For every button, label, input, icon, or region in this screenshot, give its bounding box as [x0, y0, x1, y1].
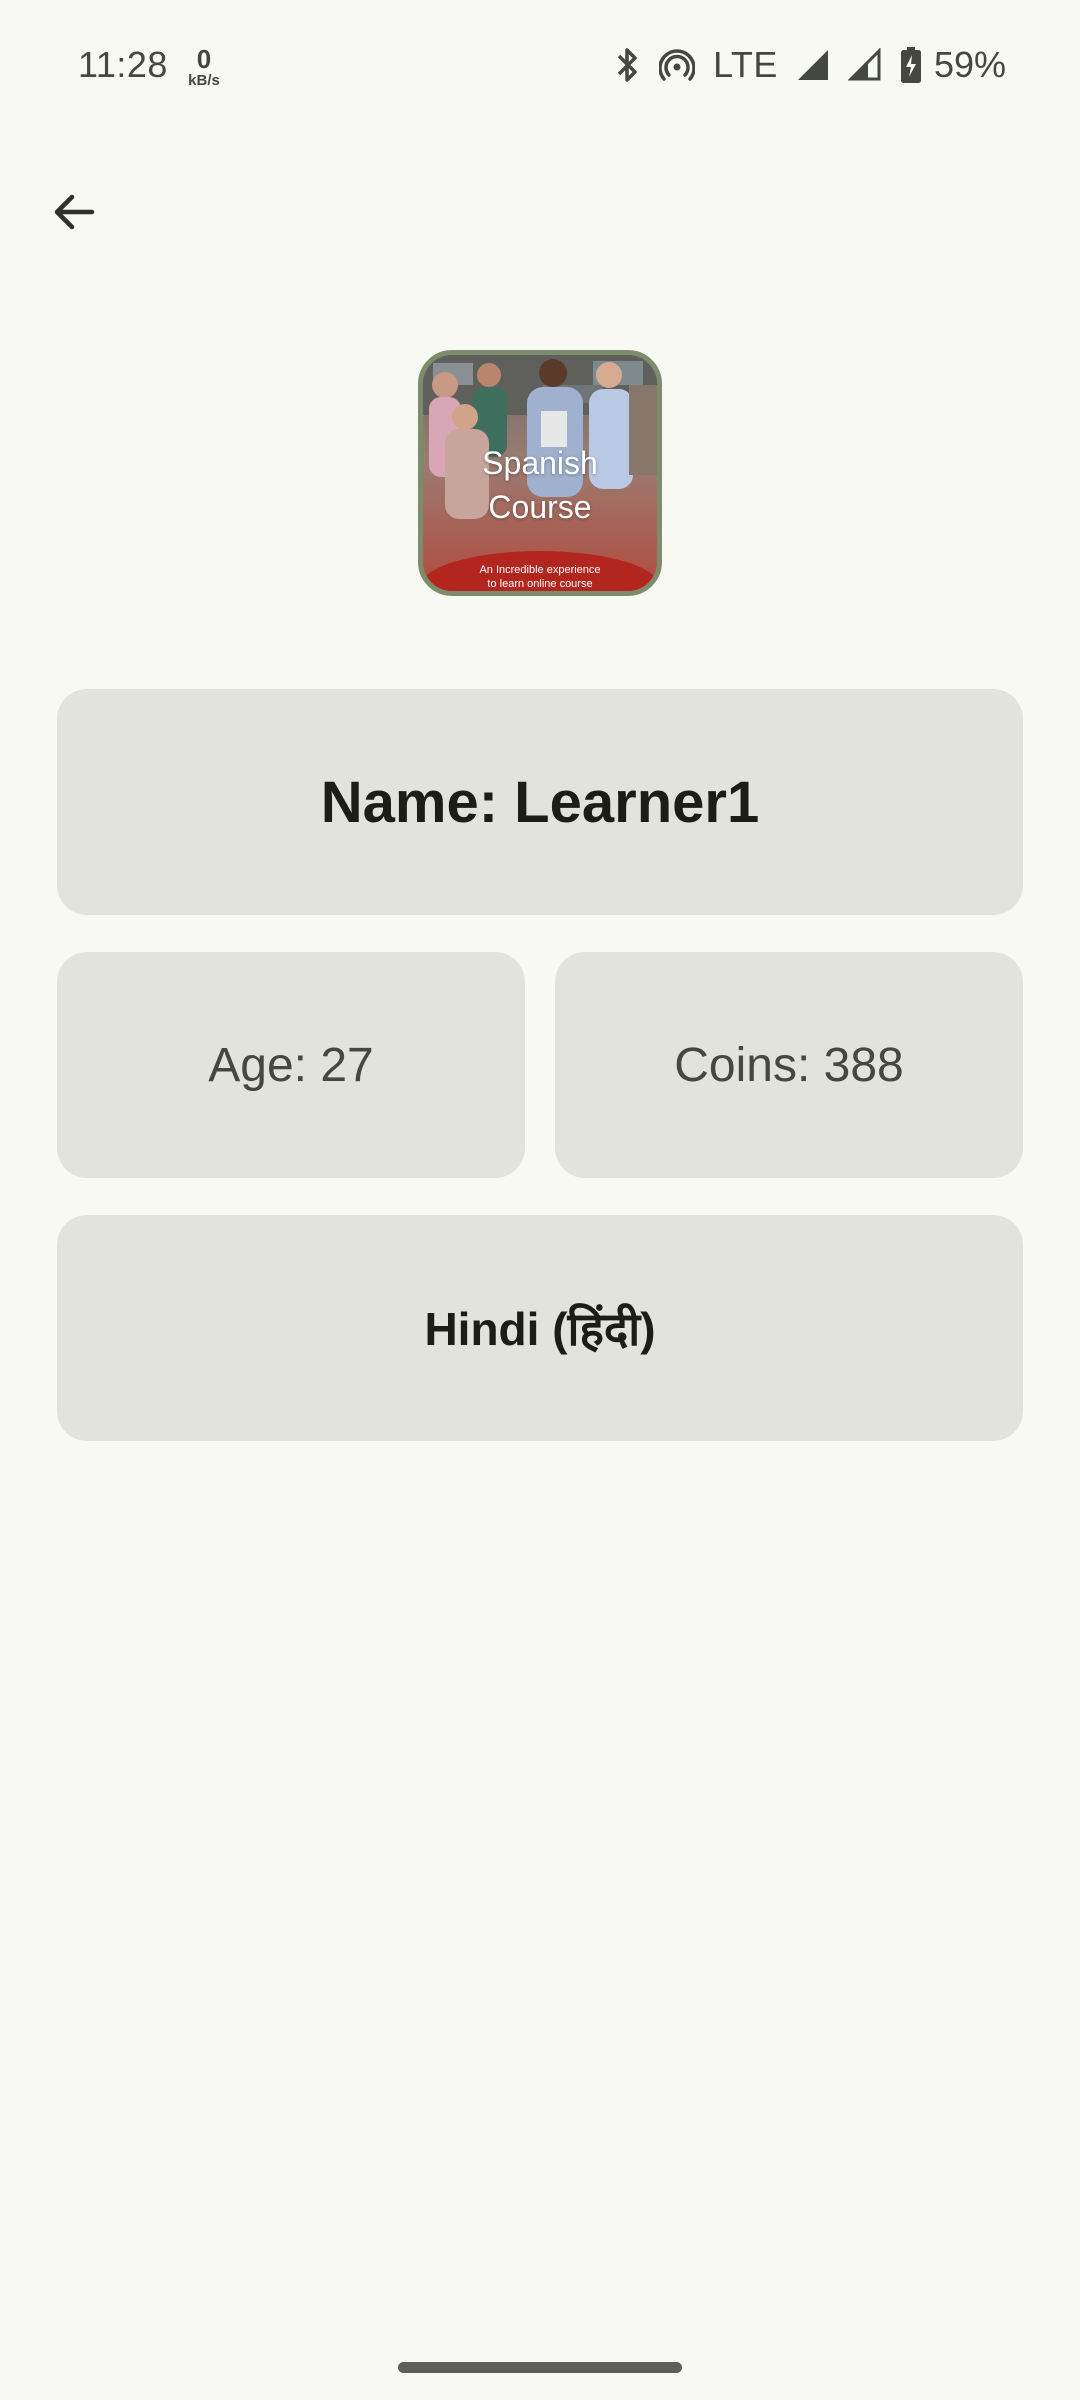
status-bar: 11:28 0 kB/s LTE 59%: [0, 0, 1080, 130]
learner-name: Name: Learner1: [320, 769, 760, 835]
course-title-line1: Spanish: [482, 445, 598, 481]
age-card: Age: 27: [57, 952, 525, 1178]
course-title-line2: Course: [488, 489, 592, 525]
signal-icon: [796, 48, 830, 82]
bluetooth-icon: [613, 46, 641, 84]
arrow-left-icon: [50, 188, 98, 241]
name-card: Name: Learner1: [57, 689, 1023, 915]
learner-coins: Coins: 388: [674, 1038, 904, 1092]
course-subtitle-line2: to learn online course: [487, 578, 593, 590]
battery-charging-icon: [900, 46, 922, 84]
course-subtitle: An Incredible experience to learn online…: [423, 563, 657, 591]
signal-icon: [847, 48, 882, 82]
network-speed: 0 kB/s: [184, 46, 224, 89]
battery-percent: 59%: [933, 44, 1006, 85]
course-title: Spanish Course: [423, 441, 657, 529]
course-subtitle-line1: An Incredible experience: [479, 564, 601, 576]
course-thumbnail: Spanish Course An Incredible experience …: [418, 350, 662, 596]
coins-card: Coins: 388: [555, 952, 1023, 1178]
learner-age: Age: 27: [208, 1038, 374, 1092]
language-card[interactable]: Hindi (हिंदी): [57, 1215, 1023, 1441]
status-icons: LTE 59%: [613, 40, 1006, 90]
learner-language: Hindi (हिंदी): [424, 1303, 656, 1355]
hotspot-icon: [659, 47, 696, 83]
gesture-nav-handle[interactable]: [398, 2362, 682, 2373]
network-speed-value: 0: [196, 44, 212, 74]
profile-screen: 11:28 0 kB/s LTE 59% Spanish Course An I…: [0, 0, 1080, 2400]
status-time: 11:28: [78, 44, 168, 85]
network-speed-unit: kB/s: [188, 72, 220, 89]
back-button[interactable]: [40, 180, 108, 248]
network-type: LTE: [713, 44, 778, 85]
